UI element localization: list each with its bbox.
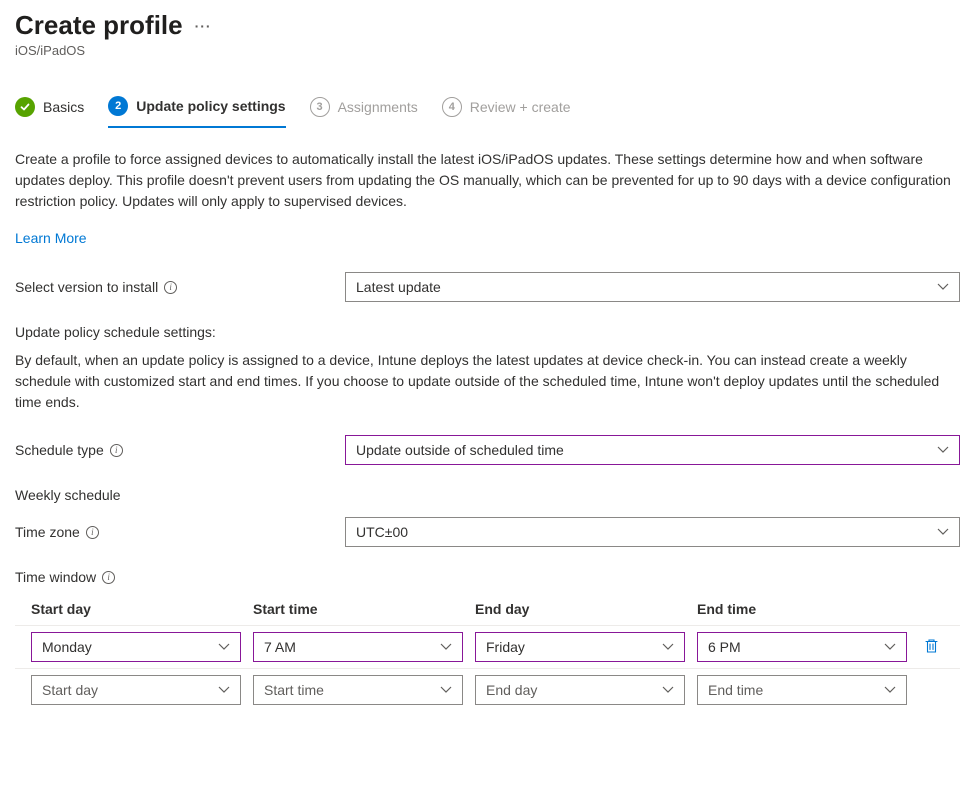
version-select[interactable]: Latest update bbox=[345, 272, 960, 302]
timezone-label: Time zone bbox=[15, 524, 80, 540]
schedule-type-label: Schedule type bbox=[15, 442, 104, 458]
learn-more-link[interactable]: Learn More bbox=[15, 230, 87, 246]
col-start-time: Start time bbox=[253, 601, 463, 617]
info-icon[interactable]: i bbox=[86, 526, 99, 539]
select-value: Friday bbox=[486, 639, 525, 655]
schedule-row-new: Start day Start time End day bbox=[15, 668, 960, 711]
chevron-down-icon bbox=[440, 686, 452, 694]
chevron-down-icon bbox=[662, 686, 674, 694]
select-placeholder: End day bbox=[486, 682, 537, 698]
select-value: Update outside of scheduled time bbox=[356, 442, 564, 458]
col-end-time: End time bbox=[697, 601, 756, 617]
chevron-down-icon bbox=[937, 446, 949, 454]
version-label: Select version to install bbox=[15, 279, 158, 295]
weekly-schedule-heading: Weekly schedule bbox=[15, 487, 960, 503]
info-icon[interactable]: i bbox=[110, 444, 123, 457]
end-time-select[interactable]: End time bbox=[697, 675, 907, 705]
tab-label: Assignments bbox=[338, 99, 418, 115]
start-time-select[interactable]: Start time bbox=[253, 675, 463, 705]
tab-basics[interactable]: Basics bbox=[15, 91, 84, 127]
tab-review-create[interactable]: 4 Review + create bbox=[442, 91, 571, 127]
tab-label: Basics bbox=[43, 99, 84, 115]
trash-icon[interactable] bbox=[924, 638, 939, 657]
select-placeholder: Start time bbox=[264, 682, 324, 698]
select-value: Monday bbox=[42, 639, 92, 655]
tab-label: Update policy settings bbox=[136, 98, 285, 114]
info-icon[interactable]: i bbox=[102, 571, 115, 584]
chevron-down-icon bbox=[937, 528, 949, 536]
select-placeholder: Start day bbox=[42, 682, 98, 698]
select-value: UTC±00 bbox=[356, 524, 408, 540]
start-day-select[interactable]: Start day bbox=[31, 675, 241, 705]
schedule-description: By default, when an update policy is ass… bbox=[15, 350, 960, 413]
info-icon[interactable]: i bbox=[164, 281, 177, 294]
step-number-icon: 3 bbox=[310, 97, 330, 117]
tab-label: Review + create bbox=[470, 99, 571, 115]
wizard-tabs: Basics 2 Update policy settings 3 Assign… bbox=[15, 90, 960, 129]
check-icon bbox=[15, 97, 35, 117]
policy-description: Create a profile to force assigned devic… bbox=[15, 149, 960, 212]
chevron-down-icon bbox=[218, 686, 230, 694]
chevron-down-icon bbox=[662, 643, 674, 651]
page-subtitle: iOS/iPadOS bbox=[15, 43, 960, 58]
more-icon[interactable]: ··· bbox=[195, 18, 212, 34]
tab-assignments[interactable]: 3 Assignments bbox=[310, 91, 418, 127]
schedule-row: Monday 7 AM Friday bbox=[15, 625, 960, 668]
step-number-icon: 2 bbox=[108, 96, 128, 116]
end-time-select[interactable]: 6 PM bbox=[697, 632, 907, 662]
col-start-day: Start day bbox=[31, 601, 241, 617]
timewindow-label: Time window bbox=[15, 569, 96, 585]
timezone-select[interactable]: UTC±00 bbox=[345, 517, 960, 547]
tab-update-policy-settings[interactable]: 2 Update policy settings bbox=[108, 90, 285, 128]
select-placeholder: End time bbox=[708, 682, 763, 698]
select-value: 7 AM bbox=[264, 639, 296, 655]
chevron-down-icon bbox=[884, 643, 896, 651]
schedule-settings-heading: Update policy schedule settings: bbox=[15, 324, 960, 340]
chevron-down-icon bbox=[440, 643, 452, 651]
schedule-type-select[interactable]: Update outside of scheduled time bbox=[345, 435, 960, 465]
start-time-select[interactable]: 7 AM bbox=[253, 632, 463, 662]
chevron-down-icon bbox=[937, 283, 949, 291]
end-day-select[interactable]: End day bbox=[475, 675, 685, 705]
time-window-table: Start day Start time End day End time Mo… bbox=[15, 601, 960, 711]
chevron-down-icon bbox=[218, 643, 230, 651]
page-title: Create profile bbox=[15, 10, 183, 41]
end-day-select[interactable]: Friday bbox=[475, 632, 685, 662]
select-value: Latest update bbox=[356, 279, 441, 295]
select-value: 6 PM bbox=[708, 639, 741, 655]
chevron-down-icon bbox=[884, 686, 896, 694]
col-end-day: End day bbox=[475, 601, 685, 617]
step-number-icon: 4 bbox=[442, 97, 462, 117]
start-day-select[interactable]: Monday bbox=[31, 632, 241, 662]
